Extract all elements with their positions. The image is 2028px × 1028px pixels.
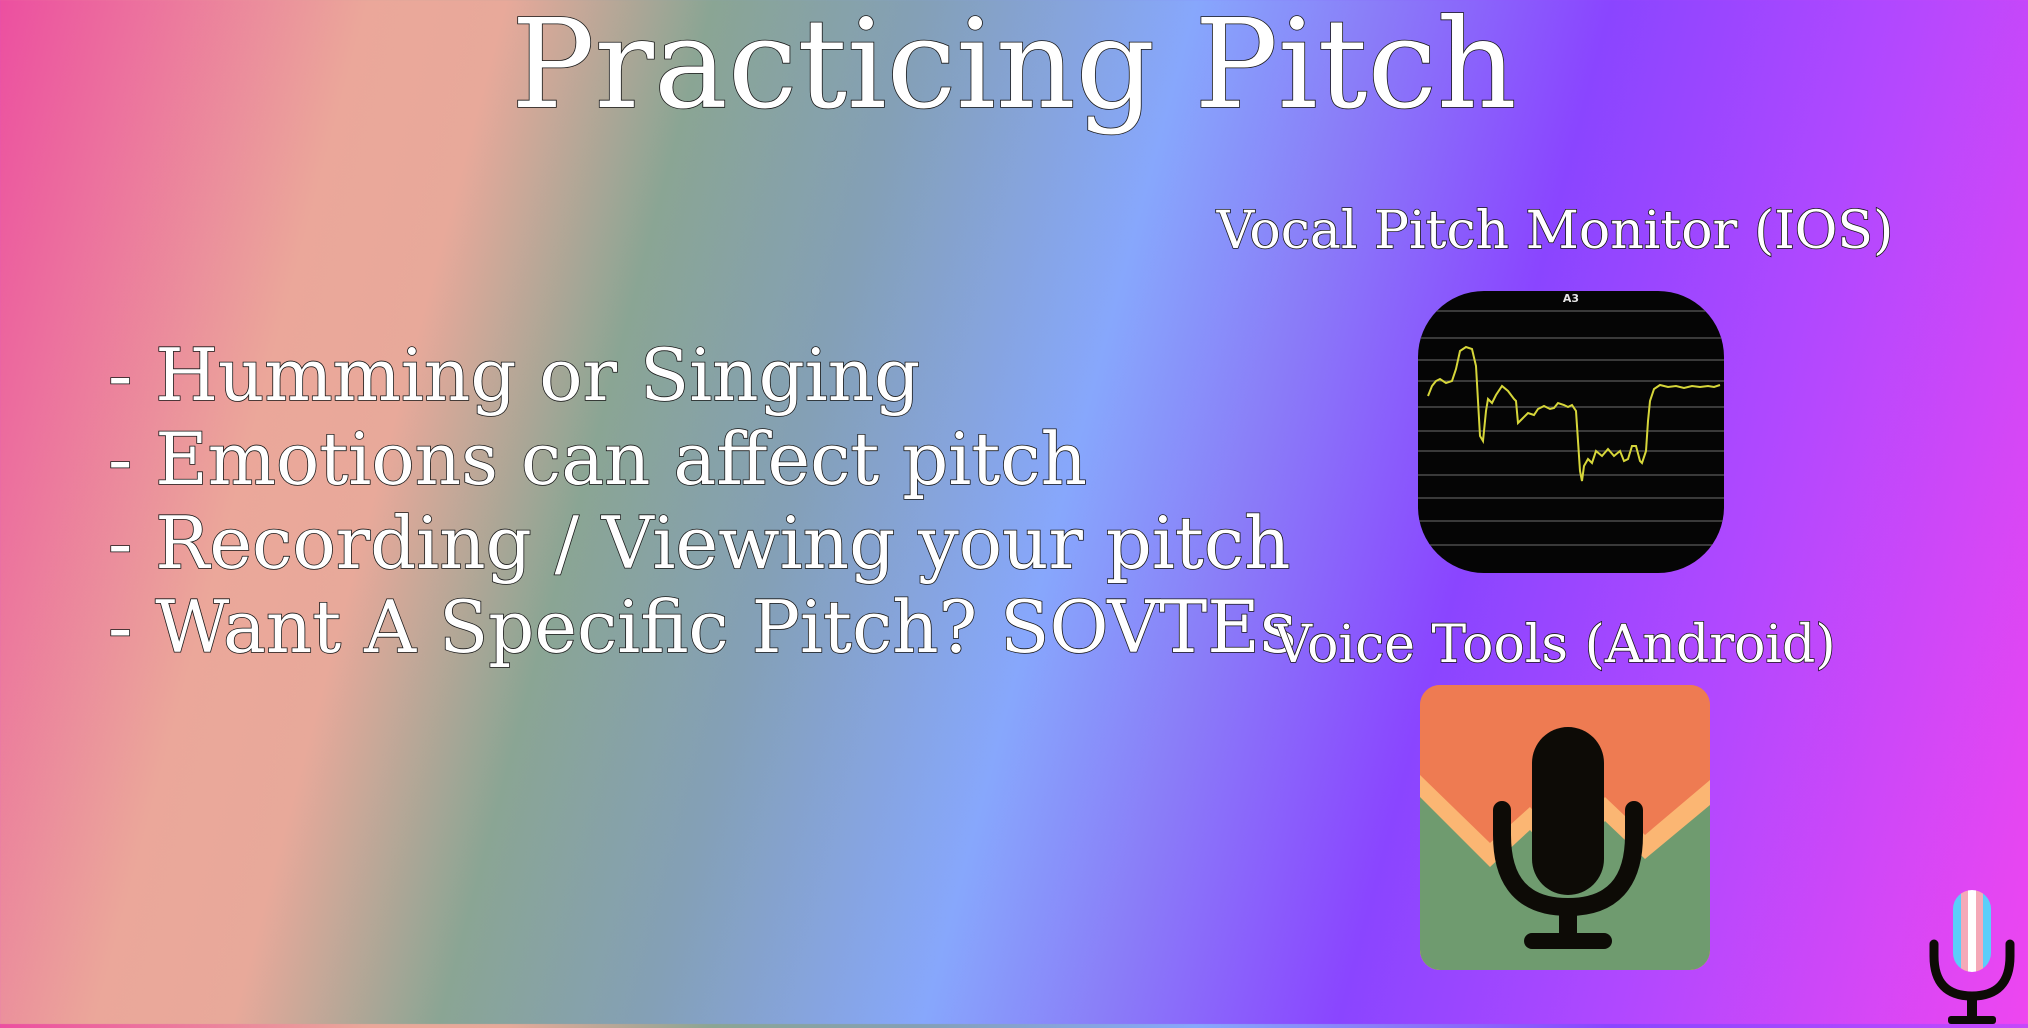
microphone-icon xyxy=(1420,685,1710,970)
bullet-item: - Want A Specific Pitch? SOVTEs xyxy=(107,584,1297,670)
page-title: Practicing Pitch xyxy=(510,0,1517,137)
android-app-label: Voice Tools (Android) xyxy=(1274,614,1837,676)
note-label: A3 xyxy=(1563,292,1579,305)
bullet-item: - Emotions can affect pitch xyxy=(107,416,1088,502)
ios-app-label: Vocal Pitch Monitor (IOS) xyxy=(1216,200,1894,262)
trans-flag-microphone-icon xyxy=(1920,886,2020,1024)
pitch-graph-icon: A3 xyxy=(1418,291,1724,573)
bullet-item: - Recording / Viewing your pitch xyxy=(107,500,1291,586)
bullet-item: - Humming or Singing xyxy=(107,332,921,418)
bullet-list: - Humming or Singing - Emotions can affe… xyxy=(107,332,1297,670)
